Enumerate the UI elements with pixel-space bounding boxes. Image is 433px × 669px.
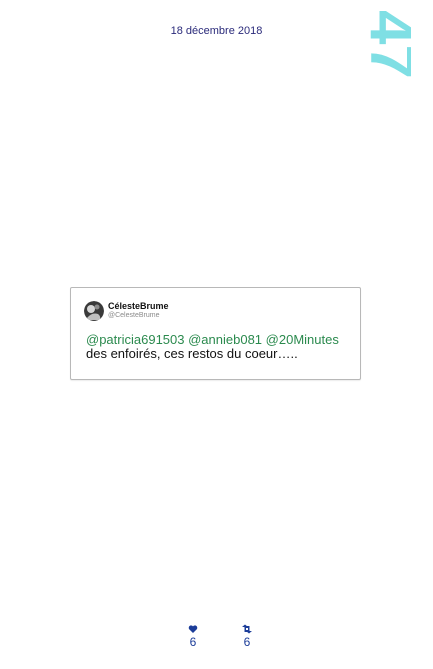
like-count: 6 (189, 635, 197, 649)
author-handle[interactable]: @CelesteBrume (108, 312, 159, 319)
retweet-count: 6 (243, 635, 251, 649)
author-name[interactable]: CélesteBrume (108, 301, 169, 311)
mention-link[interactable]: @patricia691503 (86, 332, 184, 347)
tweet-stats: 6 6 (0, 623, 433, 653)
page-number-text: 47 (363, 10, 411, 79)
mention-link[interactable]: @annieb081 (188, 332, 262, 347)
avatar-image-icon (84, 301, 104, 321)
tweet-text: @patricia691503 @annieb081 @20Minutes de… (86, 333, 351, 361)
heart-icon (188, 625, 198, 633)
retweet-stat[interactable]: 6 (237, 623, 257, 649)
page-number: 47 (363, 10, 411, 79)
tweet-body: des enfoirés, ces restos du coeur….. (86, 346, 298, 361)
avatar[interactable] (84, 301, 104, 321)
retweet-icon (242, 624, 252, 634)
mention-link[interactable]: @20Minutes (266, 332, 339, 347)
like-stat[interactable]: 6 (183, 623, 203, 649)
tweet-card[interactable]: CélesteBrume @CelesteBrume @patricia6915… (70, 287, 361, 380)
